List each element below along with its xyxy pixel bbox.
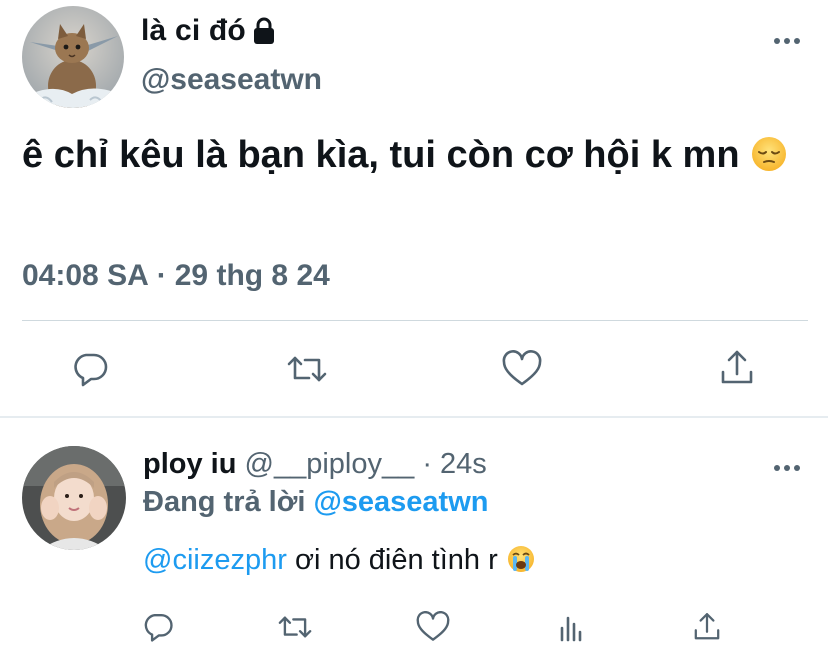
reply-text: @ciizezphr ơi nó điên tình r [143, 544, 536, 582]
reply-time[interactable]: 24s [440, 448, 487, 480]
mention-link[interactable]: @ciizezphr [143, 544, 287, 576]
reply-icon [144, 614, 173, 642]
author-name[interactable]: là ci đó [141, 14, 276, 48]
pensive-face-emoji [750, 133, 788, 189]
like-icon [502, 350, 542, 386]
more-options-icon[interactable] [773, 33, 801, 44]
reply-button[interactable] [70, 349, 110, 389]
share-button[interactable] [716, 347, 758, 389]
reply-display-name[interactable]: ploy iu [143, 448, 236, 480]
share-icon [721, 350, 753, 384]
tweet-time: 04:08 SA [22, 259, 149, 292]
reply-retweet-button[interactable] [275, 610, 315, 644]
section-divider [0, 416, 828, 418]
reply-more-options-icon[interactable] [773, 460, 801, 471]
meta-separator: · [156, 259, 167, 292]
tweet-timestamp[interactable]: 04:08 SA · 29 thg 8 24 [22, 259, 330, 293]
reply-reply-button[interactable] [141, 610, 175, 644]
reply-icon [74, 353, 108, 387]
reply-body: ơi nó điên tình r [294, 544, 498, 576]
retweet-icon [278, 616, 312, 638]
reply-like-button[interactable] [415, 610, 451, 644]
like-icon [416, 611, 450, 641]
reply-analytics-button[interactable] [554, 610, 588, 644]
tweet-text: ê chỉ kêu là bạn kìa, tui còn cơ hội k m… [22, 127, 812, 189]
replying-to: Đang trả lời @seaseatwn [143, 486, 488, 519]
divider [22, 320, 808, 321]
lock-icon [252, 17, 276, 45]
share-icon [694, 613, 720, 640]
reply-avatar[interactable] [22, 446, 126, 550]
author-display-name: là ci đó [141, 14, 246, 47]
reply-separator: · [422, 448, 432, 480]
author-handle[interactable]: @seaseatwn [141, 63, 322, 97]
loudly-crying-face-emoji [506, 544, 536, 582]
replying-prefix: Đang trả lời [143, 486, 306, 518]
reply-handle[interactable]: @__piploy__ [245, 448, 415, 480]
tweet-thread: là ci đó @seaseatwn ê chỉ kêu là bạn kìa… [0, 0, 828, 652]
replying-to-link[interactable]: @seaseatwn [313, 486, 488, 518]
retweet-button[interactable] [284, 349, 330, 389]
retweet-icon [287, 356, 327, 382]
tweet-body: ê chỉ kêu là bạn kìa, tui còn cơ hội k m… [22, 134, 740, 176]
analytics-icon [560, 616, 582, 642]
like-button[interactable] [500, 349, 544, 389]
tweet-date: 29 thg 8 24 [174, 259, 330, 292]
reply-header: ploy iu @__piploy__ · 24s [143, 448, 487, 481]
avatar[interactable] [22, 6, 124, 108]
reply-share-button[interactable] [690, 609, 724, 645]
